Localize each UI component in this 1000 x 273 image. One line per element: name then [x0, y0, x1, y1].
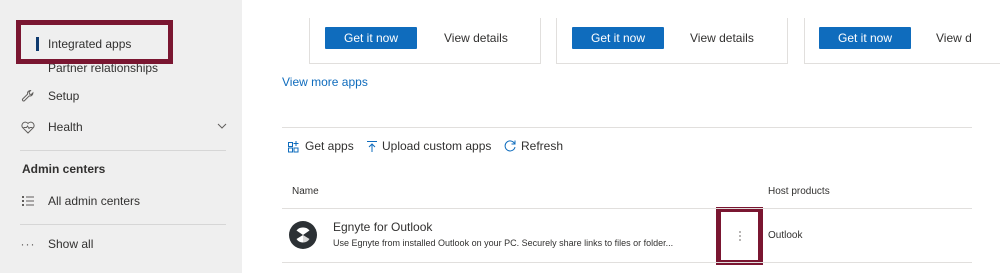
ellipsis-icon: ···: [20, 237, 36, 251]
table-header-divider: [282, 208, 972, 209]
upload-custom-apps-button[interactable]: Upload custom apps: [366, 138, 491, 154]
upload-icon: [367, 140, 377, 152]
divider: [282, 127, 972, 128]
get-apps-label: Get apps: [305, 139, 354, 153]
get-it-now-button[interactable]: Get it now: [819, 27, 911, 49]
sidebar-item-label: Show all: [48, 237, 94, 251]
apps-grid-icon: [288, 140, 299, 152]
more-options-icon[interactable]: [722, 213, 757, 259]
refresh-icon: [504, 140, 516, 152]
divider: [20, 150, 226, 151]
get-it-now-button[interactable]: Get it now: [572, 27, 664, 49]
refresh-label: Refresh: [521, 139, 564, 153]
sidebar-item-setup[interactable]: Setup: [0, 83, 242, 109]
sidebar-item-all-admin-centers[interactable]: All admin centers: [0, 188, 242, 214]
row-divider: [282, 262, 972, 263]
chevron-down-icon[interactable]: [214, 118, 230, 134]
view-details-button[interactable]: View details: [444, 31, 508, 45]
highlight-box: [16, 20, 173, 64]
app-description: Use Egnyte from installed Outlook on you…: [333, 238, 674, 248]
refresh-button[interactable]: Refresh: [503, 138, 563, 154]
upload-custom-apps-label: Upload custom apps: [382, 139, 492, 153]
sidebar-item-label: Setup: [48, 89, 80, 103]
get-it-now-button[interactable]: Get it now: [325, 27, 417, 49]
get-apps-button[interactable]: Get apps: [288, 138, 354, 154]
host-products-cell: Outlook: [768, 230, 803, 241]
egnyte-logo-icon: [289, 221, 317, 249]
divider: [20, 224, 226, 225]
view-details-button[interactable]: View d: [936, 31, 972, 45]
sidebar-item-health[interactable]: Health: [0, 114, 242, 140]
sidebar-item-show-all[interactable]: ··· Show all: [0, 231, 242, 257]
sidebar-item-label: All admin centers: [48, 194, 141, 208]
view-details-button[interactable]: View details: [690, 31, 754, 45]
column-header-name[interactable]: Name: [292, 186, 319, 197]
column-header-host-products[interactable]: Host products: [768, 186, 830, 197]
section-title-admin-centers: Admin centers: [22, 162, 106, 176]
view-more-apps-link[interactable]: View more apps: [282, 75, 368, 89]
heart-icon: [20, 119, 36, 135]
app-name[interactable]: Egnyte for Outlook: [333, 220, 432, 234]
list-icon: [20, 193, 36, 209]
sidebar-item-label: Health: [48, 120, 83, 134]
wrench-icon: [20, 88, 36, 104]
